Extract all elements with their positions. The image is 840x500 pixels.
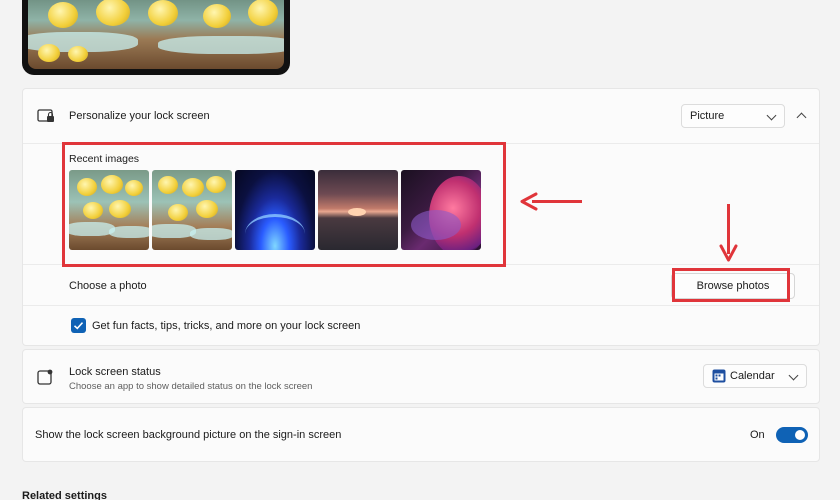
personalize-title: Personalize your lock screen (69, 110, 210, 122)
recent-images-highlight (62, 142, 506, 267)
toggle-knob (795, 430, 805, 440)
chevron-up-icon[interactable] (796, 112, 807, 123)
arrow-head-left-icon (520, 192, 538, 211)
chevron-down-icon (788, 370, 799, 381)
signin-card: Show the lock screen background picture … (22, 407, 820, 462)
signin-label: Show the lock screen background picture … (35, 429, 342, 441)
browse-photos-highlight (672, 268, 790, 302)
checkmark-icon (73, 322, 84, 330)
lock-status-subtitle: Choose an app to show detailed status on… (69, 381, 313, 392)
related-settings-heading: Related settings (22, 490, 107, 500)
arrow-head-down-icon (719, 244, 738, 262)
status-icon (37, 369, 53, 385)
chevron-down-icon (766, 110, 777, 121)
choose-photo-label: Choose a photo (69, 280, 147, 292)
signin-toggle[interactable] (776, 427, 808, 443)
fun-facts-checkbox[interactable] (71, 318, 86, 333)
lock-status-value: Calendar (730, 370, 775, 382)
lock-screen-icon (37, 109, 54, 122)
lock-screen-preview (22, 0, 290, 75)
lock-screen-mode-value: Picture (690, 110, 725, 122)
lock-screen-mode-dropdown[interactable]: Picture (681, 104, 785, 128)
calendar-icon (712, 369, 726, 383)
lock-status-dropdown[interactable]: Calendar (703, 364, 807, 388)
fun-facts-label: Get fun facts, tips, tricks, and more on… (92, 320, 361, 332)
lock-status-title: Lock screen status (69, 366, 161, 378)
lock-status-card[interactable]: Lock screen status Choose an app to show… (22, 349, 820, 404)
preview-image (28, 0, 284, 69)
signin-toggle-state: On (750, 429, 765, 441)
personalize-header[interactable]: Personalize your lock screen Picture (23, 89, 819, 143)
